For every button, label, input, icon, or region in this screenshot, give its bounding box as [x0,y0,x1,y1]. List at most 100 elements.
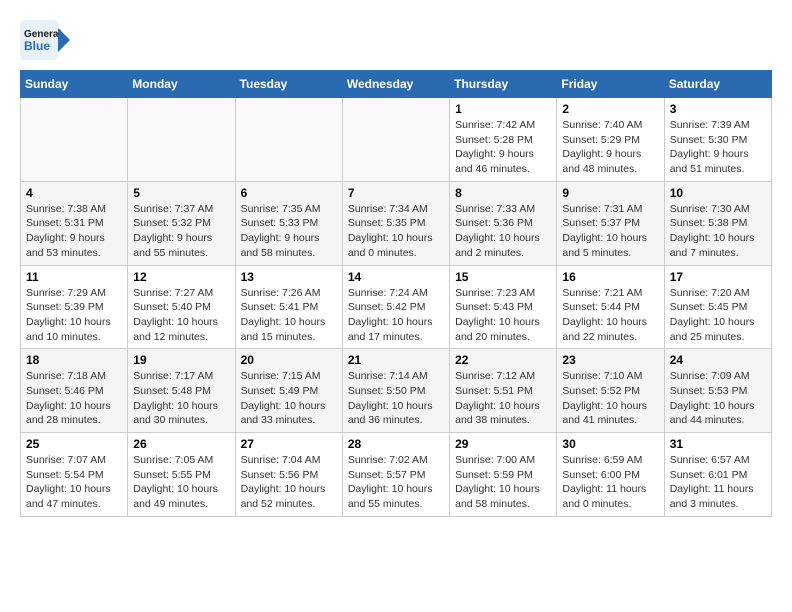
day-info: Sunrise: 7:21 AM Sunset: 5:44 PM Dayligh… [562,286,658,345]
calendar-cell: 27 Sunrise: 7:04 AM Sunset: 5:56 PM Dayli… [235,433,342,517]
day-number: 8 [455,186,551,200]
calendar-cell: 31 Sunrise: 6:57 AM Sunset: 6:01 PM Dayli… [664,433,771,517]
calendar-cell: 1 Sunrise: 7:42 AM Sunset: 5:28 PM Daylig… [450,98,557,182]
logo: General Blue [20,20,70,60]
calendar-week-row: 4 Sunrise: 7:38 AM Sunset: 5:31 PM Daylig… [21,181,772,265]
day-number: 17 [670,270,766,284]
calendar-cell: 19Sunrise: 7:17 AM Sunset: 5:48 PM Dayli… [128,349,235,433]
day-info: Sunrise: 7:00 AM Sunset: 5:59 PM Dayligh… [455,453,551,512]
day-number: 1 [455,102,551,116]
day-info: Sunrise: 7:02 AM Sunset: 5:57 PM Dayligh… [348,453,444,512]
weekday-header: Sunday [21,71,128,98]
day-number: 24 [670,353,766,367]
calendar-cell: 24 Sunrise: 7:09 AM Sunset: 5:53 PM Dayli… [664,349,771,433]
calendar-cell: 3 Sunrise: 7:39 AM Sunset: 5:30 PM Daylig… [664,98,771,182]
day-number: 22 [455,353,551,367]
day-info: Sunrise: 7:12 AM Sunset: 5:51 PM Dayligh… [455,369,551,428]
calendar-cell: 30 Sunrise: 6:59 AM Sunset: 6:00 PM Dayli… [557,433,664,517]
day-info: Sunrise: 6:59 AM Sunset: 6:00 PM Dayligh… [562,453,658,512]
day-info: Sunrise: 7:37 AM Sunset: 5:32 PM Dayligh… [133,202,229,261]
calendar-cell: 18 Sunrise: 7:18 AM Sunset: 5:46 PM Dayli… [21,349,128,433]
day-number: 4 [26,186,122,200]
day-number: 3 [670,102,766,116]
calendar-cell: 29 Sunrise: 7:00 AM Sunset: 5:59 PM Dayli… [450,433,557,517]
calendar-body: 1 Sunrise: 7:42 AM Sunset: 5:28 PM Daylig… [21,98,772,517]
calendar-cell: 14Sunrise: 7:24 AM Sunset: 5:42 PM Dayli… [342,265,449,349]
day-info: Sunrise: 7:23 AM Sunset: 5:43 PM Dayligh… [455,286,551,345]
calendar-cell: 12 Sunrise: 7:27 AM Sunset: 5:40 PM Dayli… [128,265,235,349]
calendar-cell [128,98,235,182]
day-info: Sunrise: 7:20 AM Sunset: 5:45 PM Dayligh… [670,286,766,345]
calendar-cell: 25 Sunrise: 7:07 AM Sunset: 5:54 PM Dayli… [21,433,128,517]
calendar-cell: 9 Sunrise: 7:31 AM Sunset: 5:37 PM Daylig… [557,181,664,265]
calendar-cell: 4 Sunrise: 7:38 AM Sunset: 5:31 PM Daylig… [21,181,128,265]
day-info: Sunrise: 7:31 AM Sunset: 5:37 PM Dayligh… [562,202,658,261]
calendar-cell: 17 Sunrise: 7:20 AM Sunset: 5:45 PM Dayli… [664,265,771,349]
day-info: Sunrise: 7:09 AM Sunset: 5:53 PM Dayligh… [670,369,766,428]
calendar-cell: 20 Sunrise: 7:15 AM Sunset: 5:49 PM Dayli… [235,349,342,433]
day-info: Sunrise: 7:35 AM Sunset: 5:33 PM Dayligh… [241,202,337,261]
day-info: Sunrise: 7:39 AM Sunset: 5:30 PM Dayligh… [670,118,766,177]
day-number: 21 [348,353,444,367]
calendar-table: SundayMondayTuesdayWednesdayThursdayFrid… [20,70,772,517]
calendar-cell: 16Sunrise: 7:21 AM Sunset: 5:44 PM Dayli… [557,265,664,349]
calendar-cell [235,98,342,182]
day-number: 15 [455,270,551,284]
day-number: 31 [670,437,766,451]
weekday-header: Wednesday [342,71,449,98]
calendar-cell: 8Sunrise: 7:33 AM Sunset: 5:36 PM Daylig… [450,181,557,265]
day-info: Sunrise: 7:27 AM Sunset: 5:40 PM Dayligh… [133,286,229,345]
calendar-cell: 21Sunrise: 7:14 AM Sunset: 5:50 PM Dayli… [342,349,449,433]
day-number: 2 [562,102,658,116]
day-number: 5 [133,186,229,200]
calendar-cell: 28 Sunrise: 7:02 AM Sunset: 5:57 PM Dayli… [342,433,449,517]
calendar-week-row: 11 Sunrise: 7:29 AM Sunset: 5:39 PM Dayli… [21,265,772,349]
calendar-cell: 10Sunrise: 7:30 AM Sunset: 5:38 PM Dayli… [664,181,771,265]
day-number: 20 [241,353,337,367]
day-info: Sunrise: 7:04 AM Sunset: 5:56 PM Dayligh… [241,453,337,512]
day-number: 28 [348,437,444,451]
day-number: 13 [241,270,337,284]
weekday-header: Tuesday [235,71,342,98]
day-number: 23 [562,353,658,367]
day-info: Sunrise: 7:29 AM Sunset: 5:39 PM Dayligh… [26,286,122,345]
day-info: Sunrise: 7:38 AM Sunset: 5:31 PM Dayligh… [26,202,122,261]
day-number: 7 [348,186,444,200]
day-info: Sunrise: 7:34 AM Sunset: 5:35 PM Dayligh… [348,202,444,261]
day-info: Sunrise: 7:15 AM Sunset: 5:49 PM Dayligh… [241,369,337,428]
calendar-week-row: 25 Sunrise: 7:07 AM Sunset: 5:54 PM Dayli… [21,433,772,517]
calendar-cell [342,98,449,182]
day-number: 26 [133,437,229,451]
calendar-cell: 22 Sunrise: 7:12 AM Sunset: 5:51 PM Dayli… [450,349,557,433]
day-number: 25 [26,437,122,451]
page-header: General Blue [20,20,772,60]
day-number: 14 [348,270,444,284]
svg-text:Blue: Blue [24,39,50,53]
calendar-cell: 5 Sunrise: 7:37 AM Sunset: 5:32 PM Daylig… [128,181,235,265]
day-info: Sunrise: 7:17 AM Sunset: 5:48 PM Dayligh… [133,369,229,428]
day-number: 11 [26,270,122,284]
day-number: 29 [455,437,551,451]
day-info: Sunrise: 7:07 AM Sunset: 5:54 PM Dayligh… [26,453,122,512]
day-number: 6 [241,186,337,200]
day-number: 9 [562,186,658,200]
calendar-cell: 15 Sunrise: 7:23 AM Sunset: 5:43 PM Dayli… [450,265,557,349]
weekday-header: Monday [128,71,235,98]
day-number: 30 [562,437,658,451]
day-number: 10 [670,186,766,200]
day-number: 12 [133,270,229,284]
day-info: Sunrise: 7:42 AM Sunset: 5:28 PM Dayligh… [455,118,551,177]
day-info: Sunrise: 6:57 AM Sunset: 6:01 PM Dayligh… [670,453,766,512]
calendar-cell [21,98,128,182]
calendar-cell: 11 Sunrise: 7:29 AM Sunset: 5:39 PM Dayli… [21,265,128,349]
day-info: Sunrise: 7:40 AM Sunset: 5:29 PM Dayligh… [562,118,658,177]
day-info: Sunrise: 7:05 AM Sunset: 5:55 PM Dayligh… [133,453,229,512]
day-info: Sunrise: 7:10 AM Sunset: 5:52 PM Dayligh… [562,369,658,428]
day-number: 18 [26,353,122,367]
day-number: 27 [241,437,337,451]
calendar-week-row: 1 Sunrise: 7:42 AM Sunset: 5:28 PM Daylig… [21,98,772,182]
day-info: Sunrise: 7:18 AM Sunset: 5:46 PM Dayligh… [26,369,122,428]
logo-svg: General Blue [20,20,70,60]
calendar-week-row: 18 Sunrise: 7:18 AM Sunset: 5:46 PM Dayli… [21,349,772,433]
weekday-header: Friday [557,71,664,98]
